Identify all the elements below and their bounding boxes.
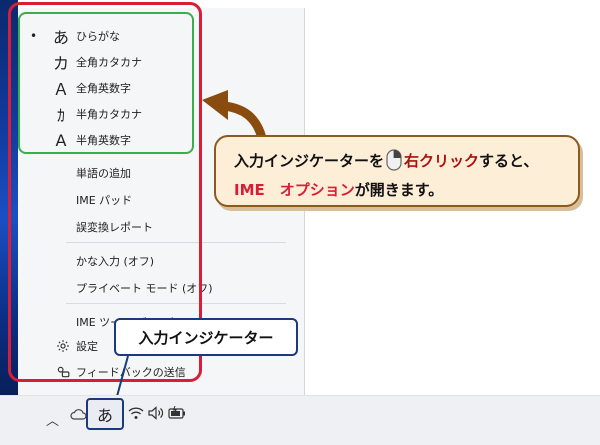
callout-text: すると、 — [479, 152, 539, 170]
callout-highlight: 右クリック — [404, 152, 480, 170]
speaker-icon[interactable] — [148, 406, 164, 420]
callout-line-1: 入力インジケーターを 右クリックすると、 — [234, 149, 538, 171]
cloud-icon[interactable] — [70, 408, 86, 420]
input-mode-highlight-outline — [18, 12, 194, 154]
indicator-label: 入力インジケーター — [114, 318, 298, 356]
chevron-up-icon[interactable]: ︿ — [46, 410, 59, 429]
pointer-arrow-icon — [202, 90, 267, 142]
battery-icon[interactable] — [168, 406, 186, 420]
ime-input-indicator[interactable]: あ — [86, 398, 124, 430]
instruction-callout: 入力インジケーターを 右クリックすると、 IME オプションが開きます。 — [214, 135, 580, 207]
wifi-icon[interactable] — [128, 406, 144, 420]
mouse-icon — [386, 149, 402, 171]
callout-text: が開きます。 — [354, 181, 444, 199]
callout-text: 入力インジケーターを — [234, 152, 385, 170]
callout-line-2: IME オプションが開きます。 — [234, 179, 443, 200]
callout-highlight: IME オプション — [234, 181, 355, 199]
